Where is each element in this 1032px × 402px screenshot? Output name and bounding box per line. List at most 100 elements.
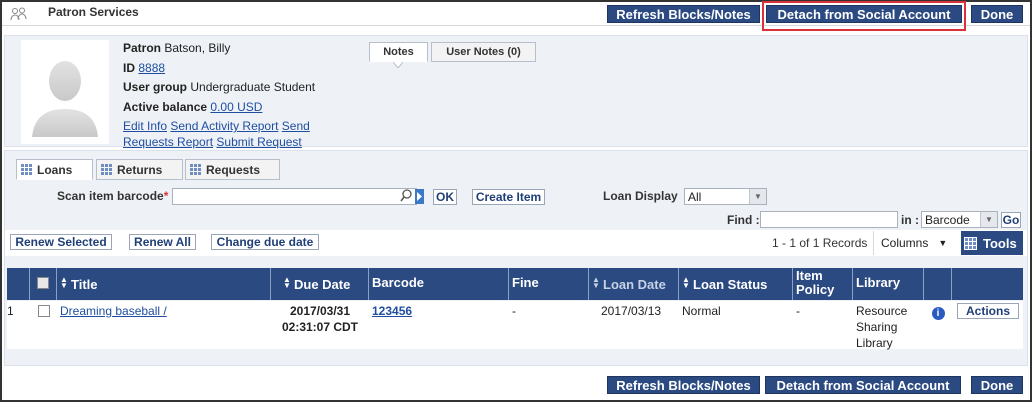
col-info (924, 268, 952, 300)
patron-id-label: ID (123, 60, 135, 75)
row-due-date: 2017/03/31 02:31:07 CDT (271, 301, 369, 349)
grid-icon (101, 164, 112, 175)
tab-user-notes[interactable]: User Notes (0) (431, 42, 536, 62)
table-row: 1 Dreaming baseball / 2017/03/31 02:31:07… (7, 301, 1023, 350)
row-barcode-link[interactable]: 123456 (372, 304, 412, 318)
tab-requests[interactable]: Requests (185, 159, 280, 180)
sort-icon: ▲ ▼ (682, 275, 690, 290)
active-balance-link[interactable]: 0.00 USD (210, 100, 262, 114)
col-barcode-label: Barcode (372, 275, 425, 290)
refresh-blocks-notes-button[interactable]: Refresh Blocks/Notes (607, 5, 760, 23)
tab-requests-label: Requests (206, 162, 261, 177)
loan-display-label: Loan Display (603, 189, 678, 203)
row-library: Resource Sharing Library (853, 301, 924, 350)
row-checkbox-cell[interactable] (30, 301, 57, 349)
row-loan-status: Normal (682, 304, 721, 318)
tab-returns-label: Returns (117, 162, 163, 177)
page-title: Patron Services (48, 5, 139, 19)
chevron-down-icon: ▼ (938, 238, 948, 248)
row-title-cell: Dreaming baseball / (57, 301, 271, 349)
col-item-policy[interactable]: Item Policy (793, 268, 853, 300)
find-label: Find : (727, 213, 760, 227)
tab-returns[interactable]: Returns (96, 159, 183, 180)
detach-social-account-button-bottom[interactable]: Detach from Social Account (765, 376, 961, 394)
columns-dropdown[interactable]: Columns ▼ (873, 231, 961, 255)
col-barcode[interactable]: Barcode (369, 268, 509, 300)
col-title[interactable]: ▲ ▼ Title (57, 268, 271, 300)
info-icon[interactable]: i (931, 307, 945, 320)
user-group-value: Undergraduate Student (190, 80, 316, 94)
col-fine-label: Fine (512, 275, 539, 290)
search-icon[interactable] (400, 189, 412, 205)
patron-info-panel: Patron Batson, Billy ID 8888 User group … (4, 35, 1028, 149)
required-marker: * (163, 189, 169, 203)
columns-label: Columns (881, 236, 929, 250)
patron-name-label: Patron (123, 41, 162, 55)
find-in-label: in : (901, 213, 919, 227)
scan-item-label: Scan item barcode* (57, 189, 168, 203)
loans-panel: Loans Returns Requests Scan item barcode… (4, 150, 1028, 366)
scan-barcode-input[interactable] (172, 188, 417, 205)
grid-icon (21, 164, 32, 175)
renew-selected-button[interactable]: Renew Selected (10, 234, 112, 250)
row-checkbox[interactable] (37, 305, 50, 317)
send-activity-report-link[interactable]: Send Activity Report (170, 119, 278, 133)
renew-all-button[interactable]: Renew All (129, 234, 196, 250)
find-field-select[interactable]: Barcode ▼ (921, 211, 998, 228)
patron-services-icon (10, 6, 28, 22)
col-actions (952, 268, 1023, 300)
row-library-line3: Library (856, 336, 893, 350)
row-barcode-cell: 123456 (369, 301, 509, 349)
actions-cell: Actions (952, 301, 1023, 349)
table-toolbar: Renew Selected Renew All Change due date… (5, 230, 1027, 256)
loan-display-select[interactable]: All ▼ (684, 188, 767, 205)
sort-icon: ▲ ▼ (60, 275, 68, 290)
done-button-bottom[interactable]: Done (971, 376, 1023, 394)
sort-icon: ▲ ▼ (592, 275, 600, 290)
row-due-date-day: 2017/03/31 (289, 304, 351, 318)
create-item-button[interactable]: Create Item (472, 189, 545, 205)
submit-arrow-icon[interactable] (415, 189, 424, 204)
tab-notes[interactable]: Notes (369, 42, 428, 62)
requests-report-link[interactable]: Requests Report (123, 135, 213, 149)
submit-request-link[interactable]: Submit Request (216, 135, 301, 149)
tab-loans[interactable]: Loans (16, 159, 93, 180)
row-title-link[interactable]: Dreaming baseball / (60, 304, 167, 318)
patron-name: Batson, Billy (164, 41, 231, 55)
col-select-all[interactable] (30, 268, 57, 300)
row-library-line2: Sharing (856, 320, 898, 334)
go-button[interactable]: Go (1001, 212, 1021, 228)
col-number (7, 268, 30, 300)
active-balance-label: Active balance (123, 99, 208, 114)
ok-button[interactable]: OK (433, 189, 457, 205)
tab-pointer-icon (393, 62, 403, 68)
loans-table-header: ▲ ▼ Title ▲ ▼ Due Date Barcode Fine ▲ ▼ Loan D… (7, 268, 1023, 300)
refresh-blocks-notes-button-bottom[interactable]: Refresh Blocks/Notes (607, 376, 760, 394)
col-loan-status[interactable]: ▲ ▼ Loan Status (679, 268, 793, 300)
detach-social-account-button[interactable]: Detach from Social Account (766, 5, 962, 23)
col-loan-status-label: Loan Status (693, 277, 768, 292)
row-library-line1: Resource (856, 304, 908, 318)
row-due-date-time: 02:31:07 CDT (281, 320, 359, 334)
edit-info-link[interactable]: Edit Info (123, 119, 167, 133)
col-library-label: Library (856, 275, 901, 290)
records-count: 1 - 1 of 1 Records (772, 236, 868, 250)
patron-photo (21, 40, 109, 144)
col-item-policy-label: Item Policy (796, 268, 835, 297)
user-group-label: User group (123, 80, 188, 94)
sort-icon: ▲ ▼ (283, 275, 291, 290)
patron-id-link[interactable]: 8888 (138, 61, 165, 75)
send-requests-report-link[interactable]: Send (282, 119, 310, 133)
actions-button[interactable]: Actions (957, 303, 1019, 319)
col-fine[interactable]: Fine (509, 268, 589, 300)
change-due-date-button[interactable]: Change due date (211, 234, 319, 250)
col-due-label: Due Date (294, 277, 351, 292)
col-title-label: Title (71, 277, 98, 292)
find-input[interactable] (760, 211, 898, 228)
col-loan-date[interactable]: ▲ ▼ Loan Date (589, 268, 679, 300)
select-all-checkbox[interactable] (37, 277, 49, 289)
col-library[interactable]: Library (853, 268, 924, 300)
col-due-date[interactable]: ▲ ▼ Due Date (271, 268, 369, 300)
tools-button[interactable]: Tools (961, 231, 1023, 255)
done-button[interactable]: Done (971, 5, 1023, 23)
